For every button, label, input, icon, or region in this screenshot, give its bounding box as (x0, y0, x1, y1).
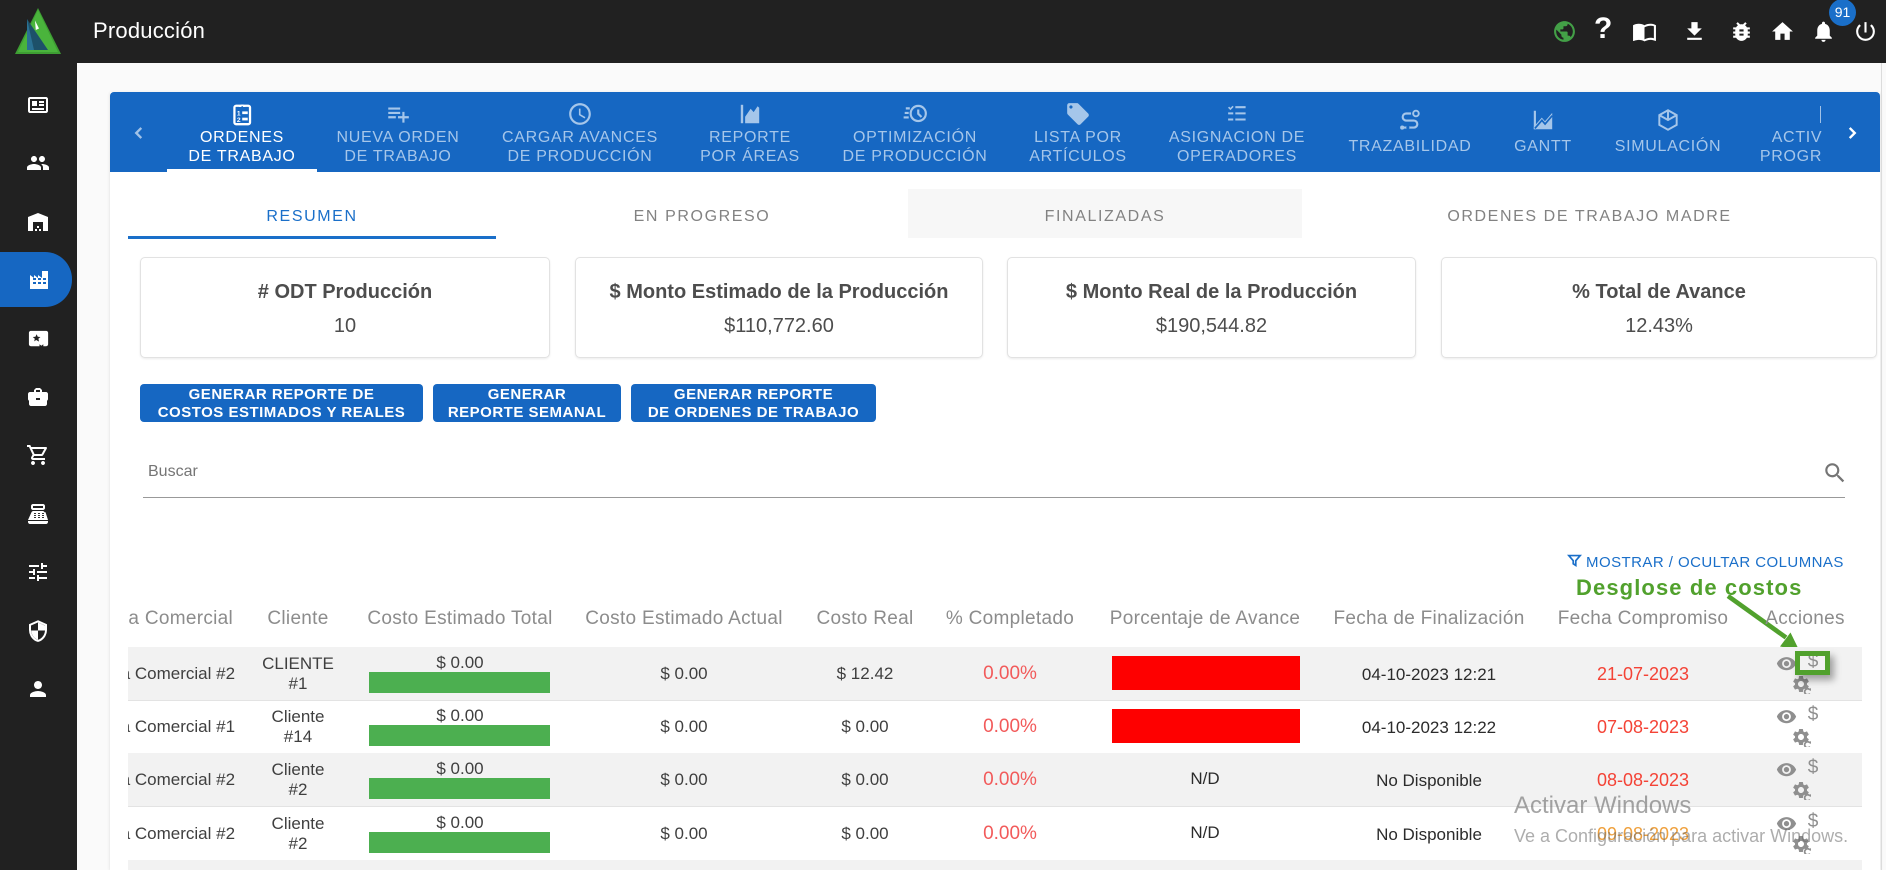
svg-text:2: 2 (237, 117, 241, 124)
